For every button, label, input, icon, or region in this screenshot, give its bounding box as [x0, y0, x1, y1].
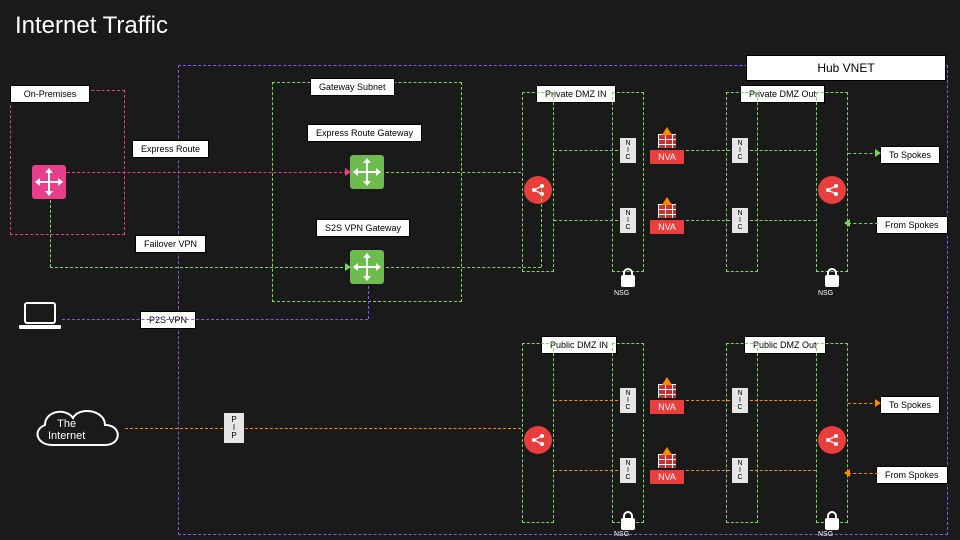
conn-onprem-s2s	[50, 267, 348, 268]
nsg-pub-in: NSG	[614, 531, 629, 538]
nsg-lock-pub-out	[821, 518, 843, 530]
nsg-lock-pub-in	[617, 518, 639, 530]
conn-from-spokes-priv	[848, 223, 878, 224]
arrow-to-spokes-priv	[875, 149, 881, 157]
s2s-vpn-gateway-label: S2S VPN Gateway	[316, 219, 410, 237]
s2s-vpn-gateway-icon	[350, 250, 384, 284]
firewall-icon-priv-1	[658, 134, 676, 148]
public-dmz-out-col1	[726, 343, 758, 523]
nsg-priv-out: NSG	[818, 290, 833, 297]
conn-to-spokes-priv	[848, 153, 878, 154]
nva-priv-2: NVA	[650, 220, 684, 234]
arrow-er	[345, 168, 351, 176]
the-internet-label: The Internet	[48, 418, 85, 442]
express-route-gateway-icon	[350, 155, 384, 189]
conn-priv-nic2b	[686, 220, 730, 221]
hub-vnet-label: Hub VNET	[746, 55, 946, 81]
conn-p2s-v	[368, 286, 369, 319]
conn-s2s-dmz	[386, 267, 541, 268]
nsg-lock-priv-out	[821, 275, 843, 287]
conn-pub-nic1b	[686, 400, 730, 401]
private-dmz-out-col1	[726, 92, 758, 272]
conn-pub-nic1c	[750, 400, 816, 401]
conn-p2s	[62, 319, 368, 320]
public-dmz-in-col2	[612, 343, 644, 523]
on-prem-gateway-icon	[32, 165, 66, 199]
share-icon-priv-in-1	[524, 176, 552, 204]
conn-cloud-pip	[125, 428, 223, 429]
arrow-s2s	[345, 263, 351, 271]
nic-pub-out-2: N I C	[732, 458, 748, 483]
express-route-gateway-label: Express Route Gateway	[307, 124, 422, 142]
conn-priv-nic1b	[686, 150, 730, 151]
nva-pub-2: NVA	[650, 470, 684, 484]
nic-pub-out-1: N I C	[732, 388, 748, 413]
express-route-label: Express Route	[132, 140, 209, 158]
nsg-pub-out: NSG	[818, 531, 833, 538]
firewall-icon-priv-2	[658, 204, 676, 218]
on-premises-label: On-Premises	[10, 85, 90, 103]
page-title: Internet Traffic	[15, 12, 168, 40]
nva-pub-1: NVA	[650, 400, 684, 414]
conn-from-spokes-pub	[848, 473, 878, 474]
conn-to-spokes-pub	[848, 403, 878, 404]
conn-pub-nic2c	[750, 470, 816, 471]
to-spokes-priv: To Spokes	[880, 146, 940, 164]
arrow-from-spokes-priv	[844, 219, 850, 227]
on-premises-box	[10, 90, 125, 235]
nic-pub-in-1: N I C	[620, 388, 636, 413]
share-icon-priv-out-1	[818, 176, 846, 204]
arrow-from-spokes-pub	[844, 469, 850, 477]
nsg-lock-priv-in	[617, 275, 639, 287]
nic-priv-out-2: N I C	[732, 208, 748, 233]
conn-onprem-er	[67, 172, 347, 173]
arrow-to-spokes-pub	[875, 399, 881, 407]
conn-dmz-merge-v	[541, 189, 542, 267]
conn-priv-nic2c	[750, 220, 816, 221]
p2s-vpn-label: P2S VPN	[140, 311, 196, 329]
nic-pub-in-2: N I C	[620, 458, 636, 483]
failover-vpn-label: Failover VPN	[135, 235, 206, 253]
conn-priv-nic1a	[554, 150, 618, 151]
conn-onprem-v	[50, 200, 51, 267]
firewall-icon-pub-2	[658, 454, 676, 468]
to-spokes-pub: To Spokes	[880, 396, 940, 414]
conn-pub-nic2a	[554, 470, 618, 471]
firewall-icon-pub-1	[658, 384, 676, 398]
nsg-priv-in: NSG	[614, 290, 629, 297]
conn-pub-nic2b	[686, 470, 730, 471]
pip-label: P I P	[224, 413, 244, 443]
from-spokes-pub: From Spokes	[876, 466, 948, 484]
private-dmz-in-col2	[612, 92, 644, 272]
conn-priv-nic1c	[750, 150, 816, 151]
conn-er-dmz	[386, 172, 521, 173]
conn-pub-nic1a	[554, 400, 618, 401]
from-spokes-priv: From Spokes	[876, 216, 948, 234]
nva-priv-1: NVA	[650, 150, 684, 164]
share-icon-pub-out-1	[818, 426, 846, 454]
nic-priv-in-1: N I C	[620, 138, 636, 163]
share-icon-pub-in-1	[524, 426, 552, 454]
conn-priv-nic2a	[554, 220, 618, 221]
conn-pip-dmz	[245, 428, 521, 429]
gateway-subnet-label: Gateway Subnet	[310, 78, 395, 96]
laptop-icon	[19, 301, 61, 336]
nic-priv-out-1: N I C	[732, 138, 748, 163]
nic-priv-in-2: N I C	[620, 208, 636, 233]
